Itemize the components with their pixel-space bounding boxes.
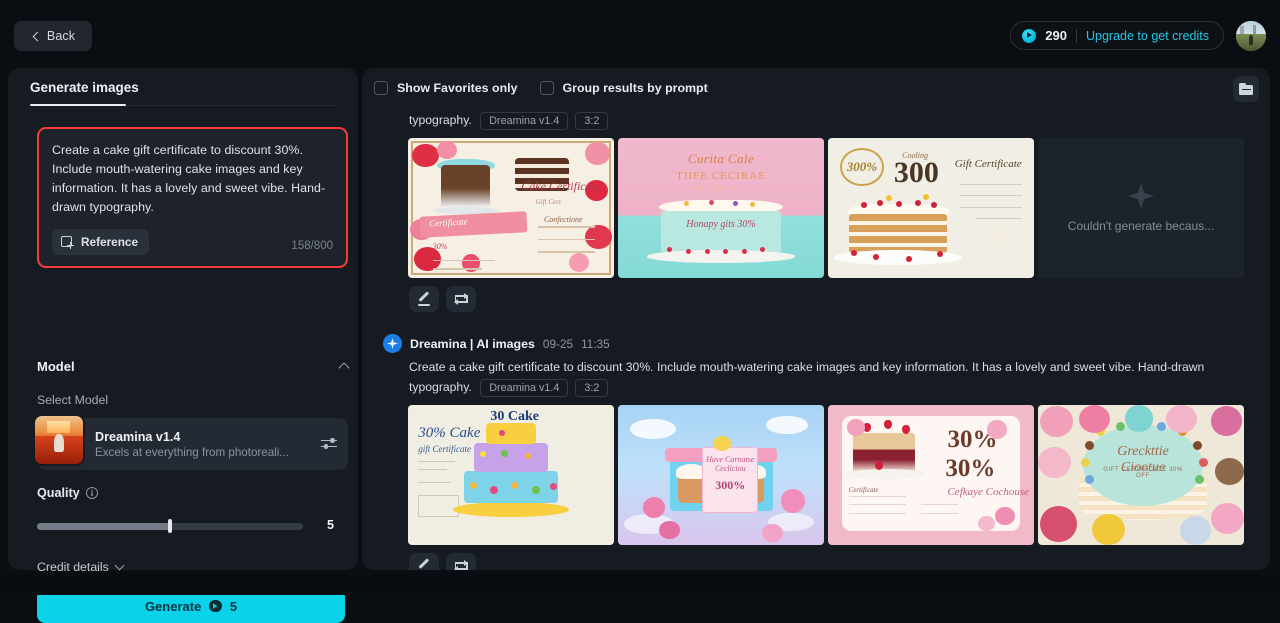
model-description: Excels at everything from photoreali... — [95, 446, 300, 459]
edit-button[interactable] — [409, 553, 439, 570]
prompt-input[interactable]: Create a cake gift certificate to discou… — [37, 127, 348, 268]
dreamina-sparkle-icon — [383, 334, 402, 353]
result-thumbnail-cream-layer-cake[interactable]: 300% Cooling 300 Gift Certificate — [828, 138, 1034, 278]
model-chip: Dreamina v1.4 — [480, 112, 568, 130]
chip-row: Dreamina v1.4 3:2 — [480, 112, 608, 130]
add-image-icon — [61, 236, 74, 249]
quality-label-row: Quality i — [37, 486, 98, 500]
prompt-text: Create a cake gift certificate to discou… — [52, 141, 333, 217]
back-button[interactable]: Back — [14, 21, 92, 51]
result-thumbnail-floral-certificate[interactable]: Cake Certificate Gift Cert Confectione C… — [408, 138, 614, 278]
char-counter: 158/800 — [291, 240, 333, 252]
ratio-chip: 3:2 — [575, 112, 608, 130]
result-actions — [408, 553, 1258, 570]
group-date: 09-25 — [543, 337, 573, 351]
upgrade-link[interactable]: Upgrade to get credits — [1086, 29, 1209, 43]
panel-tabs: Generate images — [30, 68, 336, 106]
group-by-prompt-checkbox[interactable]: Group results by prompt — [540, 81, 708, 95]
chevron-left-icon — [32, 31, 42, 41]
info-icon[interactable]: i — [86, 487, 99, 500]
error-sparkle-icon — [1128, 183, 1154, 209]
group-title: Dreamina | AI images — [410, 337, 535, 351]
error-message: Couldn't generate becaus... — [1068, 219, 1214, 233]
folder-icon — [1239, 83, 1253, 95]
group-prompt: Create a cake gift certificate to discou… — [374, 357, 1230, 397]
slider-fill — [37, 523, 170, 530]
edit-button[interactable] — [409, 286, 439, 312]
tab-active-underline — [30, 104, 126, 107]
result-thumbnail-error: Couldn't generate becaus... — [1038, 138, 1244, 278]
loop-icon — [454, 560, 469, 571]
result-group: typography. Dreamina v1.4 3:2 — [362, 108, 1270, 312]
group-by-prompt-label: Group results by prompt — [563, 81, 708, 95]
reference-button[interactable]: Reference — [52, 229, 149, 255]
credits-value: 290 — [1045, 28, 1067, 43]
model-name: Dreamina v1.4 — [95, 430, 320, 444]
credit-details-label: Credit details — [37, 560, 109, 574]
show-favorites-only-checkbox[interactable]: Show Favorites only — [374, 81, 518, 95]
generate-panel: Generate images Create a cake gift certi… — [8, 68, 358, 570]
results-panel: Show Favorites only Group results by pro… — [362, 68, 1270, 570]
model-chip: Dreamina v1.4 — [480, 379, 568, 397]
result-thumbnail-pink-strawberry-certificate[interactable]: 30% 30% Cefkaye Cochouse Certificate — [828, 405, 1034, 545]
prompt-tail-text: typography. — [409, 113, 472, 127]
pencil-icon — [417, 292, 431, 306]
generate-cost: 5 — [230, 599, 237, 614]
loop-icon — [454, 293, 469, 306]
generate-label: Generate — [145, 599, 201, 614]
model-info: Dreamina v1.4 Excels at everything from … — [95, 430, 320, 459]
chevron-up-icon[interactable] — [338, 362, 349, 373]
group-time: 11:35 — [581, 337, 610, 351]
credit-details-toggle[interactable]: Credit details — [37, 560, 123, 574]
model-thumbnail — [33, 414, 85, 466]
sliders-icon[interactable] — [320, 435, 338, 453]
user-avatar[interactable] — [1236, 21, 1266, 51]
model-section-title: Model — [37, 359, 75, 374]
credits-pill[interactable]: 290 Upgrade to get credits — [1010, 21, 1224, 50]
regenerate-button[interactable] — [446, 553, 476, 570]
result-group: Dreamina | AI images 09-25 11:35 Create … — [362, 312, 1270, 570]
checkbox-box[interactable] — [374, 81, 388, 95]
model-card[interactable]: Dreamina v1.4 Excels at everything from … — [37, 418, 348, 470]
credit-coin-icon — [209, 600, 222, 613]
checkbox-box[interactable] — [540, 81, 554, 95]
quality-label: Quality — [37, 486, 80, 500]
quality-value: 5 — [327, 518, 334, 532]
select-model-label: Select Model — [37, 393, 108, 407]
folder-button[interactable] — [1233, 76, 1259, 102]
reference-label: Reference — [81, 235, 138, 249]
quality-slider-wrap: 5 — [37, 516, 348, 536]
model-section-header[interactable]: Model — [37, 359, 348, 374]
top-bar: Back 290 Upgrade to get credits — [0, 0, 1280, 70]
show-favorites-label: Show Favorites only — [397, 81, 518, 95]
result-thumbnail-3d-gift-box[interactable]: Have Carnatse Cecliciou 300% — [618, 405, 824, 545]
credit-coin-icon — [1022, 29, 1036, 43]
result-thumbnail-rose-decorated-cake[interactable]: Greckttie Ciootue GIFT CERTIFICATE 30% O… — [1038, 405, 1244, 545]
group-header: Dreamina | AI images 09-25 11:35 — [374, 334, 1258, 353]
divider — [1076, 29, 1077, 43]
chevron-down-icon[interactable] — [114, 561, 124, 571]
ratio-chip: 3:2 — [575, 379, 608, 397]
thumbnail-row: Cake Certificate Gift Cert Confectione C… — [408, 138, 1258, 278]
result-thumbnail-blue-tiered-cake[interactable]: 30% Cake gift Certificate 30 Cake — [408, 405, 614, 545]
result-actions — [408, 286, 1258, 312]
tab-generate-images[interactable]: Generate images — [30, 80, 139, 95]
page-bottom-strip — [0, 573, 1280, 595]
quality-slider[interactable] — [37, 523, 303, 530]
result-thumbnail-pink-cake-certificate[interactable]: Curita Cale TIIFE CECIRAE OF GIFT SKY Ho… — [618, 138, 824, 278]
group-prompt-tail: typography. Dreamina v1.4 3:2 — [374, 110, 1230, 130]
chip-row: Dreamina v1.4 3:2 — [480, 379, 608, 397]
slider-handle[interactable] — [168, 519, 172, 533]
regenerate-button[interactable] — [446, 286, 476, 312]
back-label: Back — [47, 29, 75, 43]
results-scroll-area[interactable]: typography. Dreamina v1.4 3:2 — [362, 108, 1270, 570]
results-toolbar: Show Favorites only Group results by pro… — [362, 68, 1270, 108]
thumbnail-row: 30% Cake gift Certificate 30 Cake — [408, 405, 1258, 545]
pencil-icon — [417, 559, 431, 570]
